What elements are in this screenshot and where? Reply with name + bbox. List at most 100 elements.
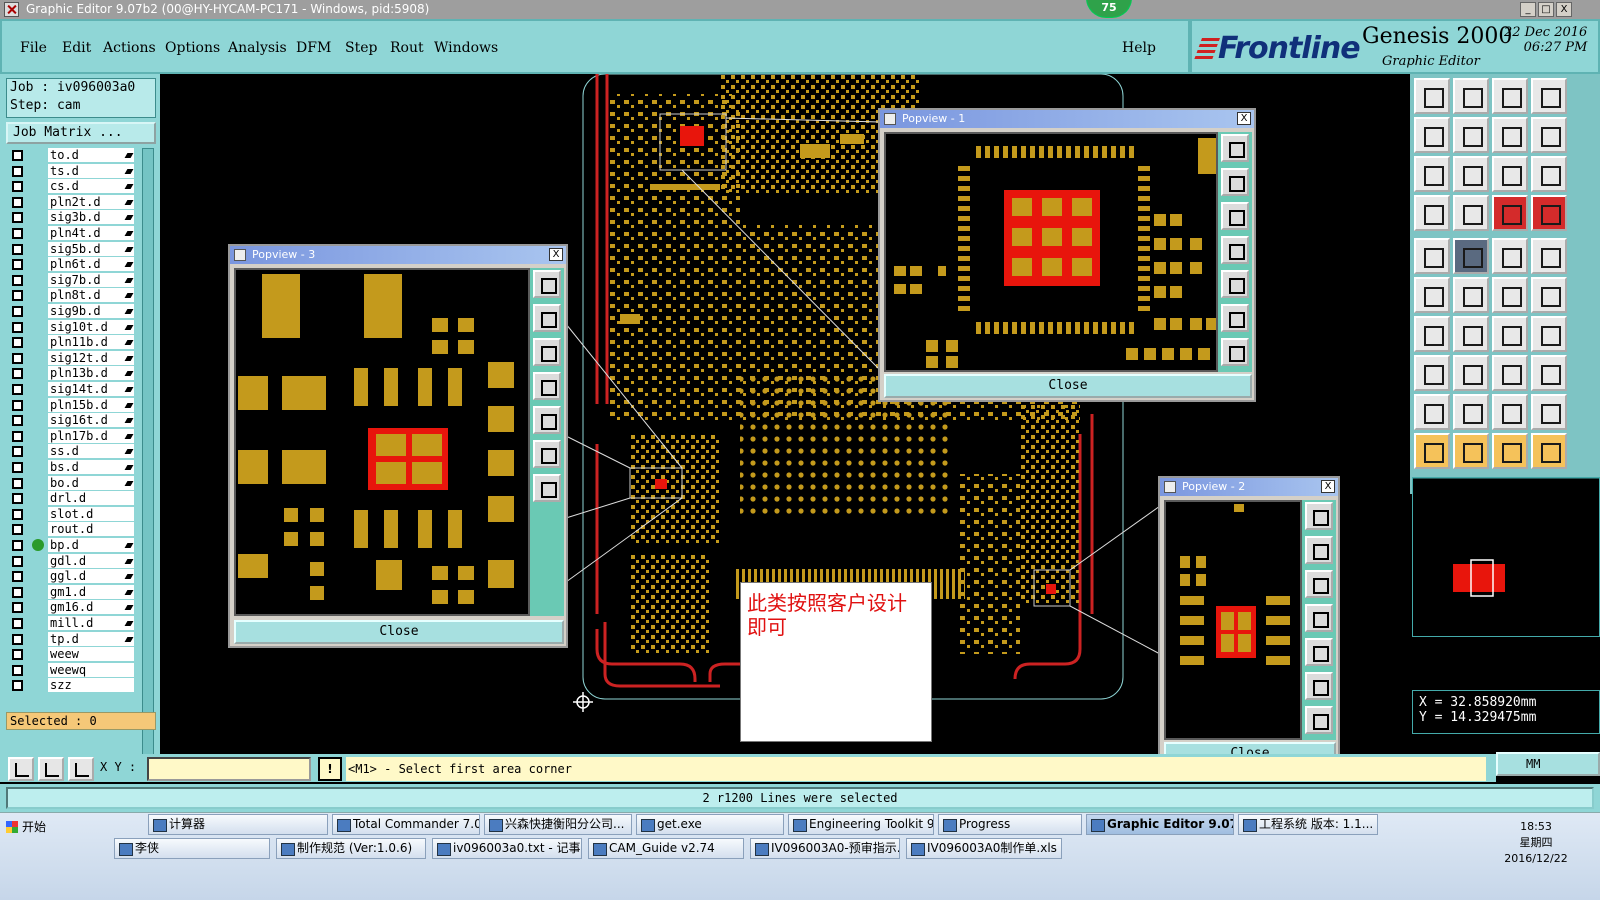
layer-row[interactable]: pln15b.d [10, 397, 134, 413]
taskbar-item[interactable]: 兴森快捷衡阳分公司... [484, 814, 632, 835]
layer-row[interactable]: sig7b.d [10, 272, 134, 288]
tool-button-r4c1[interactable] [1414, 195, 1450, 231]
layer-checkbox[interactable] [12, 430, 23, 442]
layer-name[interactable]: sig14t.d [48, 382, 134, 397]
layer-name[interactable]: cs.d [48, 179, 134, 195]
popview-3-tool-6[interactable] [533, 440, 561, 468]
popview-1-tool-5[interactable] [1221, 270, 1249, 298]
popview-2-view[interactable] [1164, 500, 1302, 740]
popview-2-close-x[interactable]: X [1321, 480, 1335, 493]
taskbar-item[interactable]: Total Commander 7.0 p... [332, 814, 480, 835]
layer-name[interactable]: sig3b.d [48, 210, 134, 226]
layer-checkbox[interactable] [12, 462, 23, 473]
popview-2-tool-1[interactable] [1305, 502, 1333, 530]
layer-checkbox[interactable] [12, 649, 23, 661]
popview-3-view[interactable] [234, 268, 530, 616]
popview-2-tool-4[interactable] [1305, 604, 1333, 632]
layer-row[interactable]: pln6t.d [10, 257, 134, 273]
layer-checkbox[interactable] [12, 602, 23, 614]
layer-name[interactable]: slot.d [48, 506, 134, 522]
layer-row[interactable]: pln13b.d [10, 366, 134, 382]
layer-checkbox[interactable] [12, 618, 23, 629]
layer-row[interactable]: ss.d [10, 444, 134, 460]
layer-checkbox[interactable] [12, 337, 23, 349]
layer-checkbox[interactable] [12, 212, 23, 224]
layer-checkbox[interactable] [12, 446, 23, 458]
taskbar-item[interactable]: CAM_Guide v2.74 [588, 838, 744, 859]
layer-name[interactable]: ggl.d [48, 569, 134, 585]
layer-row[interactable]: bo.d [10, 475, 134, 491]
popview-1-close-button[interactable]: Close [884, 374, 1252, 398]
popview-1-tool-7[interactable] [1221, 338, 1249, 366]
taskbar-item[interactable]: Engineering Toolkit 9.0... [788, 814, 934, 835]
layer-checkbox[interactable] [12, 196, 23, 208]
layer-checkbox[interactable] [12, 586, 23, 598]
layer-row[interactable]: cs.d [10, 179, 134, 195]
grid-icon[interactable] [68, 757, 94, 781]
minimize-button[interactable]: _ [1520, 2, 1536, 17]
layer-name[interactable]: bp.d [48, 538, 134, 553]
popview-2-tool-3[interactable] [1305, 570, 1333, 598]
layer-checkbox[interactable] [12, 259, 23, 271]
layer-name[interactable]: ts.d [48, 163, 134, 179]
layer-checkbox[interactable] [12, 181, 23, 193]
popview-3-titlebar[interactable]: Popview - 3 X [230, 246, 566, 264]
popview-1-tool-1[interactable] [1221, 134, 1249, 162]
layer-name[interactable]: szz [48, 678, 134, 694]
popview-2[interactable]: Popview - 2 X Close [1158, 476, 1340, 754]
layer-row[interactable]: bs.d [10, 460, 134, 475]
menu-step[interactable]: Step [345, 40, 377, 56]
tool-button-r6c3[interactable] [1492, 277, 1528, 313]
tool-button-r1c4[interactable] [1531, 78, 1567, 114]
job-matrix-button[interactable]: Job Matrix ... [6, 122, 156, 144]
taskbar-item[interactable]: 制作规范 (Ver:1.0.6) [276, 838, 426, 859]
tool-button-r3c4[interactable] [1531, 156, 1567, 192]
layer-name[interactable]: ss.d [48, 444, 134, 460]
popview-1[interactable]: Popview - 1 X Close [878, 108, 1256, 402]
popview-3-tool-4[interactable] [533, 372, 561, 400]
layer-checkbox[interactable] [12, 524, 23, 536]
popview-1-titlebar[interactable]: Popview - 1 X [880, 110, 1254, 128]
maximize-button[interactable]: □ [1538, 2, 1554, 17]
layer-checkbox[interactable] [12, 150, 23, 161]
taskbar-item[interactable]: iv096003a0.txt - 记事本 [432, 838, 582, 859]
layer-row[interactable]: gdl.d [10, 553, 134, 569]
layer-checkbox[interactable] [12, 399, 23, 411]
xy-input[interactable] [147, 757, 311, 781]
tool-button-r3c2[interactable] [1453, 156, 1489, 192]
tool-button-r10c2[interactable] [1453, 433, 1489, 469]
layer-name[interactable]: pln11b.d [48, 335, 134, 351]
layer-checkbox[interactable] [12, 633, 23, 645]
taskbar-item[interactable]: get.exe [636, 814, 784, 835]
menu-actions[interactable]: Actions [103, 40, 156, 56]
taskbar-item[interactable]: IV096003A0制作单.xls ... [906, 838, 1062, 859]
layer-checkbox[interactable] [12, 664, 23, 676]
tool-button-r7c1[interactable] [1414, 316, 1450, 352]
layer-row[interactable]: drl.d [10, 491, 134, 507]
layer-name[interactable]: pln17b.d [48, 428, 134, 444]
menu-options[interactable]: Options [165, 40, 220, 56]
layer-checkbox[interactable] [12, 415, 23, 427]
layer-checkbox[interactable] [12, 321, 23, 333]
popview-3-tool-5[interactable] [533, 406, 561, 434]
layer-name[interactable]: pln13b.d [48, 366, 134, 382]
layer-row[interactable]: sig3b.d [10, 210, 134, 226]
tool-button-r4c4[interactable] [1531, 195, 1567, 231]
tool-button-r6c4[interactable] [1531, 277, 1567, 313]
layer-name[interactable]: weew [48, 647, 134, 663]
popview-3-tool-3[interactable] [533, 338, 561, 366]
layer-row[interactable]: mill.d [10, 616, 134, 631]
layer-row[interactable]: pln17b.d [10, 428, 134, 444]
tool-button-r9c3[interactable] [1492, 394, 1528, 430]
layer-name[interactable]: bo.d [48, 475, 134, 491]
popview-1-view[interactable] [884, 132, 1218, 372]
layer-checkbox[interactable] [12, 477, 23, 489]
layer-checkbox[interactable] [12, 508, 23, 520]
layer-row[interactable]: pln11b.d [10, 335, 134, 351]
layer-name[interactable]: mill.d [48, 616, 134, 631]
tool-button-r10c1[interactable] [1414, 433, 1450, 469]
layer-name[interactable]: gdl.d [48, 553, 134, 569]
layer-name[interactable]: gm1.d [48, 584, 134, 600]
layer-checkbox[interactable] [12, 274, 23, 286]
tool-button-r4c3[interactable] [1492, 195, 1528, 231]
